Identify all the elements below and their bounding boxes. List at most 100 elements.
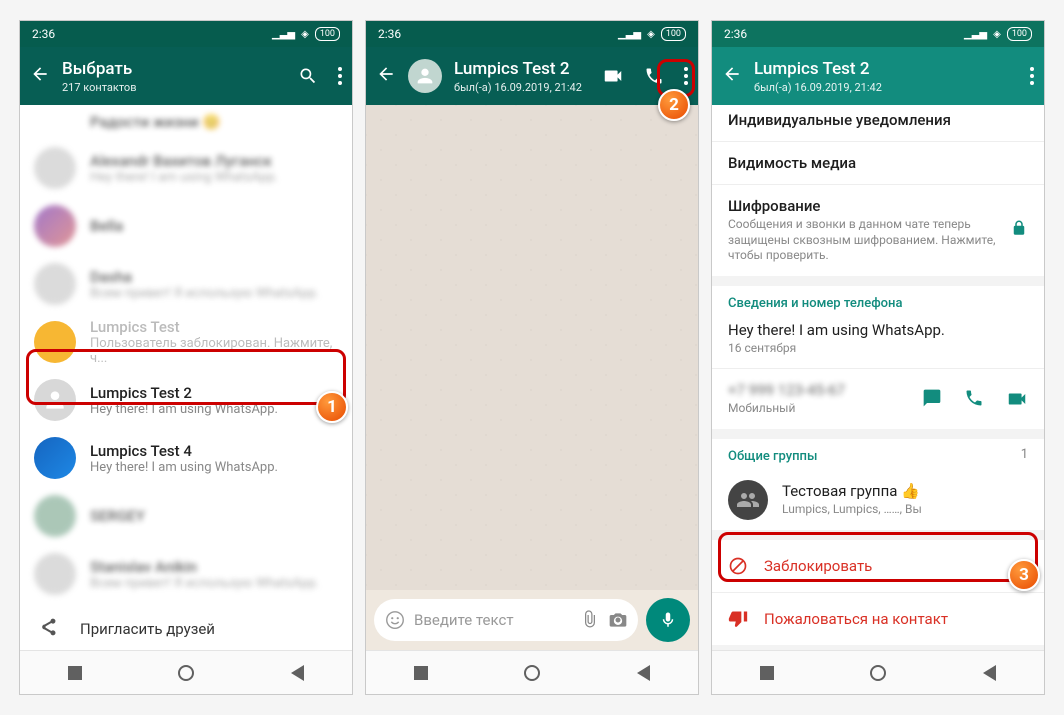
list-item[interactable]: DashaВсем привет! Я использую WhatsApp. bbox=[20, 255, 352, 313]
list-item[interactable]: Радости жизни 😊 bbox=[20, 105, 352, 139]
chat-subtitle: был(-а) 16.09.2019, 21:42 bbox=[454, 81, 590, 94]
wifi-icon: ◈ bbox=[993, 29, 1001, 40]
battery-icon: 100 bbox=[661, 27, 686, 41]
avatar bbox=[34, 147, 76, 189]
chat-toolbar: Lumpics Test 2 был(-а) 16.09.2019, 21:42 bbox=[366, 47, 698, 105]
person-icon bbox=[414, 65, 436, 87]
wifi-icon: ◈ bbox=[647, 29, 655, 40]
status-bar: 2:36 ▁▃▅ ◈ 100 bbox=[366, 21, 698, 47]
phone-icon[interactable] bbox=[644, 66, 664, 86]
phone-screen-2: 2:36 ▁▃▅ ◈ 100 Lumpics Test 2 был(-а) 16… bbox=[365, 20, 699, 695]
group-item[interactable]: Тестовая группа 👍 Lumpics, Lumpics, ……, … bbox=[712, 470, 1044, 530]
nav-back[interactable] bbox=[637, 665, 650, 681]
battery-icon: 100 bbox=[1007, 27, 1032, 41]
attach-icon[interactable] bbox=[580, 610, 600, 630]
list-item-lumpics-test[interactable]: Lumpics TestПользователь заблокирован. Н… bbox=[20, 313, 352, 371]
nav-recents[interactable] bbox=[414, 666, 428, 680]
status-bar: 2:36 ▁▃▅ ◈ 100 bbox=[712, 21, 1044, 47]
video-call-icon[interactable] bbox=[602, 65, 624, 87]
step-badge-1: 1 bbox=[316, 391, 348, 423]
toolbar-select: Выбрать 217 контактов bbox=[20, 47, 352, 105]
chat-body bbox=[366, 105, 698, 590]
block-button[interactable]: Заблокировать bbox=[712, 540, 1044, 592]
phone-number: +7 999 123-45-67 bbox=[728, 381, 845, 399]
step-badge-3: 3 bbox=[1008, 559, 1040, 591]
more-icon[interactable] bbox=[1030, 67, 1034, 85]
battery-icon: 100 bbox=[315, 27, 340, 41]
phone-screen-3: 2:36 ▁▃▅ ◈ 100 Lumpics Test 2 был(-а) 16… bbox=[711, 20, 1045, 695]
phone-screen-1: 2:36 ▁▃▅ ◈ 100 Выбрать 217 контактов Рад… bbox=[19, 20, 353, 695]
chat-input-bar: Введите текст bbox=[366, 590, 698, 650]
nav-home[interactable] bbox=[524, 665, 540, 681]
status-time: 2:36 bbox=[724, 27, 747, 41]
list-item[interactable]: Alexandr Вахитов ЛуганскHey there! I am … bbox=[20, 139, 352, 197]
mic-icon bbox=[659, 611, 677, 629]
group-icon bbox=[736, 488, 760, 512]
group-avatar bbox=[728, 480, 768, 520]
invite-friends[interactable]: Пригласить друзей bbox=[20, 603, 352, 650]
setting-notifications[interactable]: Индивидуальные уведомления bbox=[712, 105, 1044, 141]
list-item[interactable]: Bella bbox=[20, 197, 352, 255]
setting-encryption[interactable]: Шифрование Сообщения и звонки в данном ч… bbox=[712, 185, 1044, 276]
back-button[interactable] bbox=[722, 64, 742, 88]
list-item[interactable]: SERGEY bbox=[20, 487, 352, 545]
contact-list: Радости жизни 😊 Alexandr Вахитов Луганск… bbox=[20, 105, 352, 650]
nav-recents[interactable] bbox=[760, 666, 774, 680]
toolbar-title-block: Выбрать 217 контактов bbox=[62, 59, 286, 94]
avatar bbox=[34, 263, 76, 305]
arrow-left-icon bbox=[376, 64, 396, 84]
call-icon[interactable] bbox=[964, 388, 984, 408]
list-item-lumpics-test-2[interactable]: Lumpics Test 2Hey there! I am using What… bbox=[20, 371, 352, 429]
groups-count: 1 bbox=[1021, 447, 1028, 462]
share-icon bbox=[38, 617, 58, 641]
nav-back[interactable] bbox=[291, 665, 304, 681]
section-info: Сведения и номер телефона bbox=[712, 286, 1044, 317]
nav-back[interactable] bbox=[983, 665, 996, 681]
nav-home[interactable] bbox=[870, 665, 886, 681]
more-icon[interactable] bbox=[338, 67, 342, 85]
step-badge-2: 2 bbox=[658, 89, 690, 121]
phone-number-row[interactable]: +7 999 123-45-67 Мобильный bbox=[712, 369, 1044, 429]
avatar bbox=[34, 553, 76, 595]
contact-settings: Индивидуальные уведомления Видимость мед… bbox=[712, 105, 1044, 650]
nav-home[interactable] bbox=[178, 665, 194, 681]
avatar bbox=[34, 205, 76, 247]
contact-info-toolbar: Lumpics Test 2 был(-а) 16.09.2019, 21:42 bbox=[712, 47, 1044, 105]
status-icons: ▁▃▅ ◈ 100 bbox=[964, 27, 1032, 41]
setting-media-visibility[interactable]: Видимость медиа bbox=[712, 142, 1044, 184]
mic-button[interactable] bbox=[646, 598, 690, 642]
avatar bbox=[34, 379, 76, 421]
back-button[interactable] bbox=[30, 64, 50, 88]
wifi-icon: ◈ bbox=[301, 29, 309, 40]
toolbar-title: Выбрать bbox=[62, 59, 286, 79]
toolbar-subtitle: 217 контактов bbox=[62, 81, 286, 94]
status-icons: ▁▃▅ ◈ 100 bbox=[618, 27, 686, 41]
lock-icon bbox=[1010, 219, 1028, 241]
avatar bbox=[34, 321, 76, 363]
back-button[interactable] bbox=[376, 64, 396, 88]
nav-recents[interactable] bbox=[68, 666, 82, 680]
report-button[interactable]: Пожаловаться на контакт bbox=[712, 593, 1044, 645]
video-icon[interactable] bbox=[1006, 388, 1028, 410]
block-icon bbox=[728, 556, 748, 576]
chat-avatar[interactable] bbox=[408, 59, 442, 93]
contact-title-block: Lumpics Test 2 был(-а) 16.09.2019, 21:42 bbox=[754, 59, 1018, 94]
thumb-down-icon bbox=[728, 609, 748, 629]
message-input[interactable]: Введите текст bbox=[374, 599, 638, 641]
arrow-left-icon bbox=[722, 64, 742, 84]
emoji-icon[interactable] bbox=[384, 609, 406, 631]
list-item-lumpics-test-4[interactable]: Lumpics Test 4Hey there! I am using What… bbox=[20, 429, 352, 487]
input-placeholder: Введите текст bbox=[414, 611, 572, 629]
signal-icon: ▁▃▅ bbox=[964, 29, 987, 40]
search-icon[interactable] bbox=[298, 66, 318, 86]
message-icon[interactable] bbox=[922, 388, 942, 408]
avatar bbox=[34, 495, 76, 537]
signal-icon: ▁▃▅ bbox=[618, 29, 641, 40]
arrow-left-icon bbox=[30, 64, 50, 84]
list-item[interactable]: Stanislav AnikinВсем привет! Я использую… bbox=[20, 545, 352, 603]
about-block: Hey there! I am using WhatsApp. 16 сентя… bbox=[712, 317, 1044, 369]
camera-icon[interactable] bbox=[608, 610, 628, 630]
more-icon[interactable] bbox=[684, 67, 688, 85]
chat-title-block[interactable]: Lumpics Test 2 был(-а) 16.09.2019, 21:42 bbox=[454, 59, 590, 94]
status-time: 2:36 bbox=[32, 27, 55, 41]
